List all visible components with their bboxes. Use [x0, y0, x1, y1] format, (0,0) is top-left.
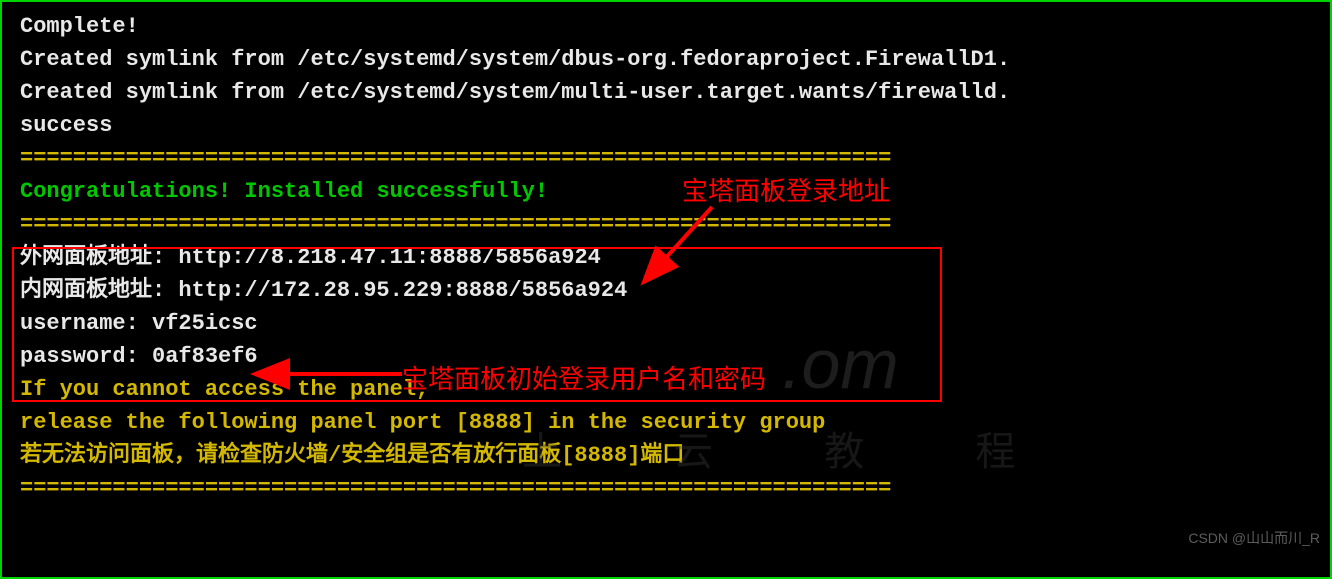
terminal-line-symlink1: Created symlink from /etc/systemd/system…	[20, 43, 1312, 76]
separator-2: ========================================…	[20, 208, 1312, 241]
terminal-line-symlink2: Created symlink from /etc/systemd/system…	[20, 76, 1312, 109]
panel-internal-url: 内网面板地址: http://172.28.95.229:8888/5856a9…	[20, 274, 1312, 307]
separator-1: ========================================…	[20, 142, 1312, 175]
csdn-watermark: CSDN @山山而川_R	[1188, 528, 1320, 549]
watermark-logo: .om	[782, 312, 899, 417]
terminal-line-complete: Complete!	[20, 10, 1312, 43]
annotation-credentials: 宝塔面板初始登录用户名和密码	[402, 360, 766, 399]
congrats-line: Congratulations! Installed successfully!	[20, 175, 1312, 208]
panel-external-url: 外网面板地址: http://8.218.47.11:8888/5856a924	[20, 241, 1312, 274]
terminal-line-success: success	[20, 109, 1312, 142]
annotation-login-url: 宝塔面板登录地址	[682, 172, 890, 211]
panel-username: username: vf25icsc	[20, 307, 1312, 340]
watermark-text: 上 云 教 程	[522, 422, 1065, 482]
